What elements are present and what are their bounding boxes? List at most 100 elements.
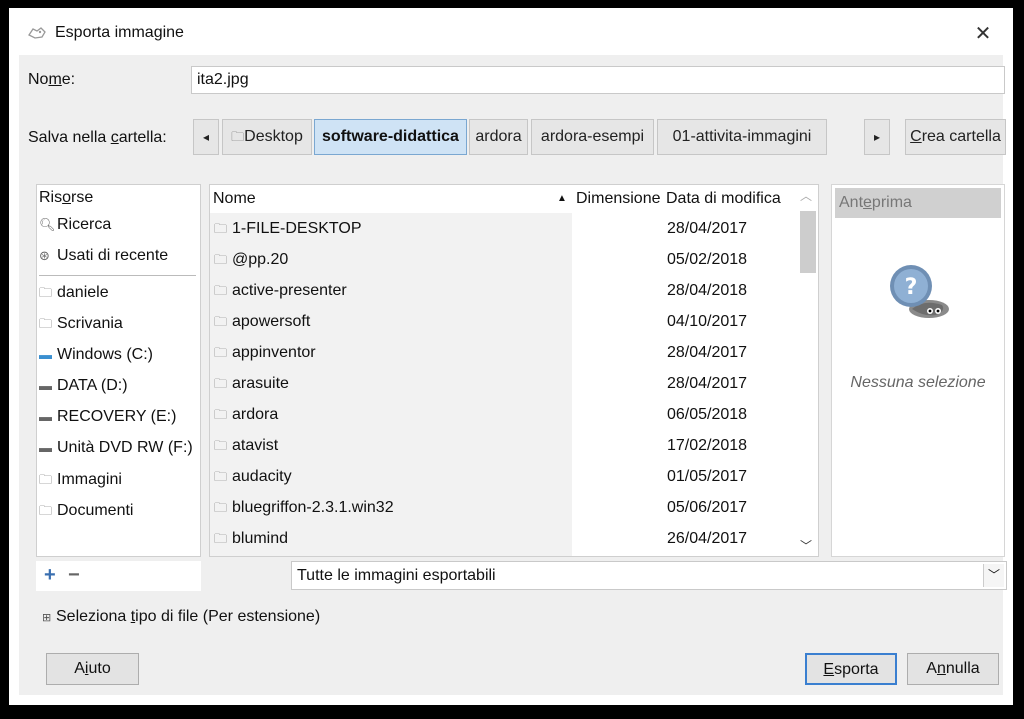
folder-icon: 🗀: [214, 283, 228, 298]
place-label: RECOVERY (E:): [57, 408, 177, 425]
file-date: 17/02/2018: [667, 437, 748, 454]
preview-header-part: Ant: [839, 194, 864, 211]
file-date: 28/04/2017: [667, 375, 748, 392]
places-separator: [39, 275, 196, 276]
path-scroll-right-button[interactable]: ▸: [864, 119, 890, 155]
gimp-app-icon: [27, 25, 47, 41]
preview-header[interactable]: Anteprima: [835, 188, 1001, 218]
file-date: 01/05/2017: [667, 468, 748, 485]
file-name: bluegriffon-2.3.1.win32: [232, 499, 394, 516]
file-row[interactable]: 🗀 active-presenter 28/04/2018: [210, 275, 790, 306]
add-bookmark-button[interactable]: +: [44, 565, 56, 585]
place-label: Immagini: [57, 471, 122, 488]
file-date: 05/06/2017: [667, 499, 748, 516]
file-row[interactable]: 🗀 audacity 01/05/2017: [210, 461, 790, 492]
preview-panel: Anteprima ? Nessuna selezione: [831, 184, 1005, 557]
file-row[interactable]: 🗀 @pp.20 05/02/2018: [210, 244, 790, 275]
export-button[interactable]: Esporta: [805, 653, 897, 685]
no-selection-text: Nessuna selezione: [850, 374, 986, 391]
folder-icon: 🗀: [214, 469, 228, 484]
window-title: Esporta immagine: [55, 24, 184, 41]
file-date: 28/04/2017: [667, 220, 748, 237]
scroll-up-icon[interactable]: ︿: [800, 187, 812, 204]
place-immagini[interactable]: 🗀 Immagini: [39, 467, 122, 493]
place-data-d[interactable]: ▬ DATA (D:): [39, 373, 128, 399]
folder-icon: 🗀: [214, 376, 228, 391]
place-dvd-f[interactable]: ▬ Unità DVD RW (F:): [39, 435, 193, 461]
close-button[interactable]: ✕: [969, 20, 997, 48]
export-image-dialog: Esporta immagine ✕ Nome: ita2.jpg Salva …: [9, 8, 1013, 705]
drive-icon: ▬: [39, 347, 52, 362]
create-folder-button[interactable]: Crea cartella: [905, 119, 1006, 155]
file-name: audacity: [232, 468, 292, 485]
folder-icon: 🗀: [214, 438, 228, 453]
dvd-icon: ▬: [39, 440, 52, 455]
place-windows-c[interactable]: ▬ Windows (C:): [39, 342, 153, 368]
path-scroll-left-button[interactable]: ◂: [193, 119, 219, 155]
preview-header-part: prima: [871, 194, 912, 211]
btn-label-part: A: [74, 660, 85, 677]
remove-bookmark-button[interactable]: −: [68, 565, 80, 585]
path-button-ardora[interactable]: ardora: [469, 119, 528, 155]
folder-icon: 🗀: [39, 285, 53, 300]
chevron-down-icon[interactable]: ﹀: [983, 564, 1004, 587]
file-row[interactable]: 🗀 blumind 26/04/2017: [210, 523, 790, 554]
file-filter-select[interactable]: Tutte le immagini esportabili ﹀: [291, 561, 1007, 590]
place-recovery-e[interactable]: ▬ RECOVERY (E:): [39, 404, 176, 430]
folder-icon: 🗀: [39, 472, 53, 487]
drive-icon: ▬: [39, 378, 52, 393]
file-row[interactable]: 🗀 1-FILE-DESKTOP 28/04/2017: [210, 213, 790, 244]
column-header-date[interactable]: Data di modifica: [666, 185, 781, 213]
folder-icon: 🗀: [214, 500, 228, 515]
header-part: rse: [71, 189, 94, 206]
column-header-size[interactable]: Dimensione: [576, 185, 660, 213]
file-name: ardora: [232, 406, 279, 423]
file-row[interactable]: 🗀 bluegriffon-2.3.1.win32 05/06/2017: [210, 492, 790, 523]
place-label: Documenti: [57, 502, 134, 519]
file-row[interactable]: 🗀 appinventor 28/04/2017: [210, 337, 790, 368]
titlebar: Esporta immagine ✕: [9, 8, 1013, 58]
place-label: Windows (C:): [57, 346, 154, 363]
recent-icon: ⊛: [39, 248, 50, 263]
file-name: 1-FILE-DESKTOP: [232, 220, 362, 237]
search-icon: 🔍︎: [39, 217, 56, 232]
file-row[interactable]: 🗀 arasuite 28/04/2017: [210, 368, 790, 399]
scroll-down-icon[interactable]: ﹀: [800, 537, 812, 554]
cancel-button[interactable]: Annulla: [907, 653, 999, 685]
file-type-expander[interactable]: ⊞ Seleziona tipo di file (Per estensione): [42, 608, 320, 626]
path-button-01-attivita-immagini[interactable]: 01-attivita-immagini: [657, 119, 827, 155]
name-label: Nome:: [28, 71, 75, 89]
place-label: daniele: [57, 284, 109, 301]
path-button-desktop[interactable]: 🗀Desktop: [222, 119, 312, 155]
place-daniele[interactable]: 🗀 daniele: [39, 280, 109, 306]
place-scrivania[interactable]: 🗀 Scrivania: [39, 311, 123, 337]
place-label: Unità DVD RW (F:): [57, 439, 193, 456]
file-name: @pp.20: [232, 251, 289, 268]
folder-icon: 🗀: [231, 129, 245, 144]
sort-ascending-icon: ▲: [557, 193, 567, 204]
path-button-ardora-esempi[interactable]: ardora-esempi: [531, 119, 654, 155]
path-label: Desktop: [244, 128, 303, 145]
places-header: Risorse: [39, 189, 93, 207]
help-button[interactable]: Aiuto: [46, 653, 139, 685]
file-name-input[interactable]: ita2.jpg: [191, 66, 1005, 94]
preview-header-mnemonic: e: [863, 194, 872, 211]
folder-icon: 🗀: [214, 314, 228, 329]
file-name: blumind: [232, 530, 289, 547]
file-list-scrollbar[interactable]: ︿ ﹀: [796, 185, 818, 556]
folder-icon: 🗀: [214, 531, 228, 546]
scrollbar-thumb[interactable]: [800, 211, 816, 273]
file-row[interactable]: 🗀 atavist 17/02/2018: [210, 430, 790, 461]
path-button-software-didattica[interactable]: software-didattica: [314, 119, 467, 155]
create-label-part: rea cartella: [921, 128, 1001, 145]
place-recent[interactable]: ⊛ Usati di recente: [39, 243, 168, 269]
column-header-name[interactable]: Nome: [213, 185, 256, 213]
file-row[interactable]: 🗀 apowersoft 04/10/2017: [210, 306, 790, 337]
dialog-content: Nome: ita2.jpg Salva nella cartella: ◂ 🗀…: [19, 55, 1007, 695]
place-documenti[interactable]: 🗀 Documenti: [39, 498, 133, 524]
file-row[interactable]: 🗀 ardora 06/05/2018: [210, 399, 790, 430]
place-search[interactable]: 🔍︎Ricerca: [39, 212, 111, 238]
folder-icon: 🗀: [214, 407, 228, 422]
places-panel: Risorse 🔍︎Ricerca ⊛ Usati di recente 🗀 dan…: [36, 184, 201, 557]
expander-label-part: Seleziona: [56, 608, 131, 625]
